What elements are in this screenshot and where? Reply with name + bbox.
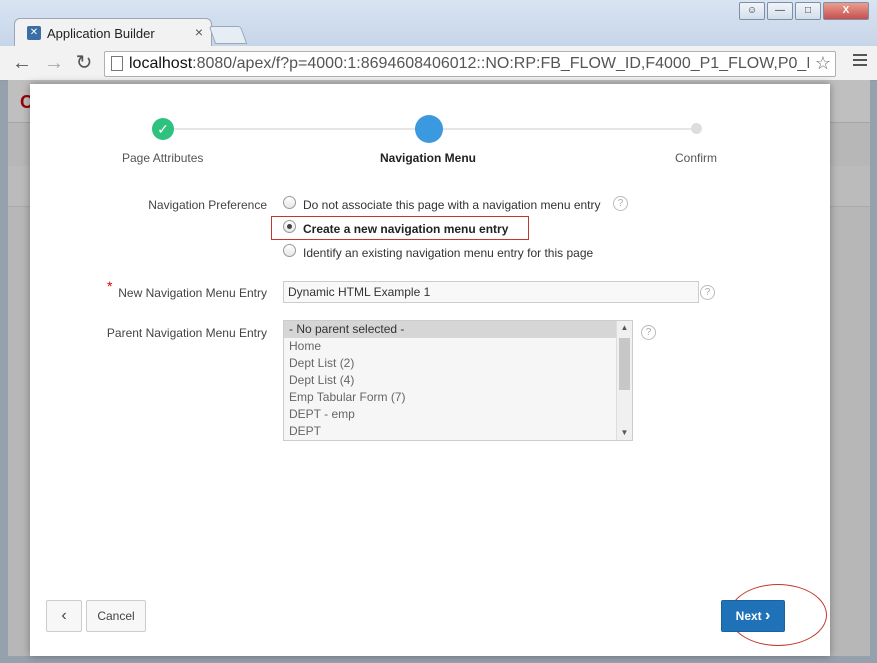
list-option[interactable]: Emp Tabular Form (7) [284, 389, 632, 406]
wizard-step-label: Page Attributes [122, 151, 204, 165]
list-option[interactable]: Dept List (2) [284, 355, 632, 372]
current-step-dot [415, 115, 443, 143]
help-icon[interactable]: ? [613, 196, 628, 211]
browser-toolbar: ← → ↻ localhost:8080/apex/f?p=4000:1:869… [0, 46, 877, 81]
maximize-button[interactable]: □ [795, 2, 821, 20]
new-tab-button[interactable] [208, 26, 248, 44]
chevron-right-icon: › [765, 607, 771, 624]
close-window-button[interactable]: X [823, 2, 869, 20]
list-option[interactable]: Home [284, 338, 632, 355]
create-page-wizard-dialog: ✓ Page Attributes Navigation Menu Confir… [30, 84, 830, 656]
url-text[interactable]: localhost:8080/apex/f?p=4000:1:869460840… [129, 55, 809, 73]
help-icon[interactable]: ? [641, 325, 656, 340]
window-titlebar: ✕ Application Builder × ☺ — □ X [0, 0, 877, 47]
scroll-thumb[interactable] [619, 338, 630, 390]
wizard-step-label: Navigation Menu [380, 151, 477, 165]
wizard-connector [163, 128, 429, 130]
wizard-step-label: Confirm [675, 151, 718, 165]
forward-arrow-icon[interactable]: → [42, 51, 66, 75]
list-option[interactable]: Dept List (4) [284, 372, 632, 389]
radio-create-new-entry[interactable] [283, 220, 296, 233]
new-entry-label: New Navigation Menu Entry [118, 286, 267, 300]
minimize-button[interactable]: — [767, 2, 793, 20]
radio-no-association[interactable] [283, 196, 296, 209]
user-icon[interactable]: ☺ [739, 2, 765, 20]
pending-step-dot [691, 123, 702, 134]
next-button[interactable]: Next › [721, 600, 785, 632]
radio-identify-existing[interactable] [283, 244, 296, 257]
cancel-button[interactable]: Cancel [86, 600, 146, 632]
list-option[interactable]: DEPT [284, 423, 632, 440]
radio-label[interactable]: Create a new navigation menu entry [303, 222, 508, 236]
hamburger-menu-icon[interactable] [853, 54, 867, 69]
list-option[interactable]: DEPT - emp [284, 406, 632, 423]
new-navigation-entry-input[interactable] [283, 281, 699, 303]
tab-title: Application Builder [47, 26, 155, 41]
parent-entry-label: Parent Navigation Menu Entry [106, 326, 267, 340]
browser-tab[interactable]: ✕ Application Builder × [14, 18, 212, 47]
next-label: Next [735, 609, 762, 623]
radio-label[interactable]: Identify an existing navigation menu ent… [303, 246, 593, 260]
address-bar[interactable]: localhost:8080/apex/f?p=4000:1:869460840… [104, 51, 836, 77]
tab-close-icon[interactable]: × [195, 24, 203, 40]
help-icon[interactable]: ? [700, 285, 715, 300]
listbox-scrollbar[interactable]: ▲ ▼ [616, 321, 632, 440]
apex-app-icon: ✕ [27, 26, 41, 40]
window-controls: ☺ — □ X [739, 2, 869, 20]
scroll-up-icon[interactable]: ▲ [617, 321, 632, 335]
previous-button[interactable]: ‹ [46, 600, 82, 632]
back-arrow-icon[interactable]: ← [10, 51, 34, 75]
bookmark-star-icon[interactable]: ☆ [815, 53, 831, 74]
checkmark-icon: ✓ [152, 118, 174, 140]
radio-label[interactable]: Do not associate this page with a naviga… [303, 198, 601, 212]
scroll-down-icon[interactable]: ▼ [617, 426, 632, 440]
list-option[interactable]: - No parent selected - [284, 321, 632, 338]
page-icon [111, 56, 123, 71]
wizard-connector [429, 128, 697, 130]
navigation-preference-label: Navigation Preference [148, 198, 267, 212]
wizard-progress: ✓ Page Attributes Navigation Menu Confir… [30, 112, 830, 172]
parent-entry-listbox[interactable]: - No parent selected - Home Dept List (2… [283, 320, 633, 441]
reload-icon[interactable]: ↻ [72, 51, 96, 75]
